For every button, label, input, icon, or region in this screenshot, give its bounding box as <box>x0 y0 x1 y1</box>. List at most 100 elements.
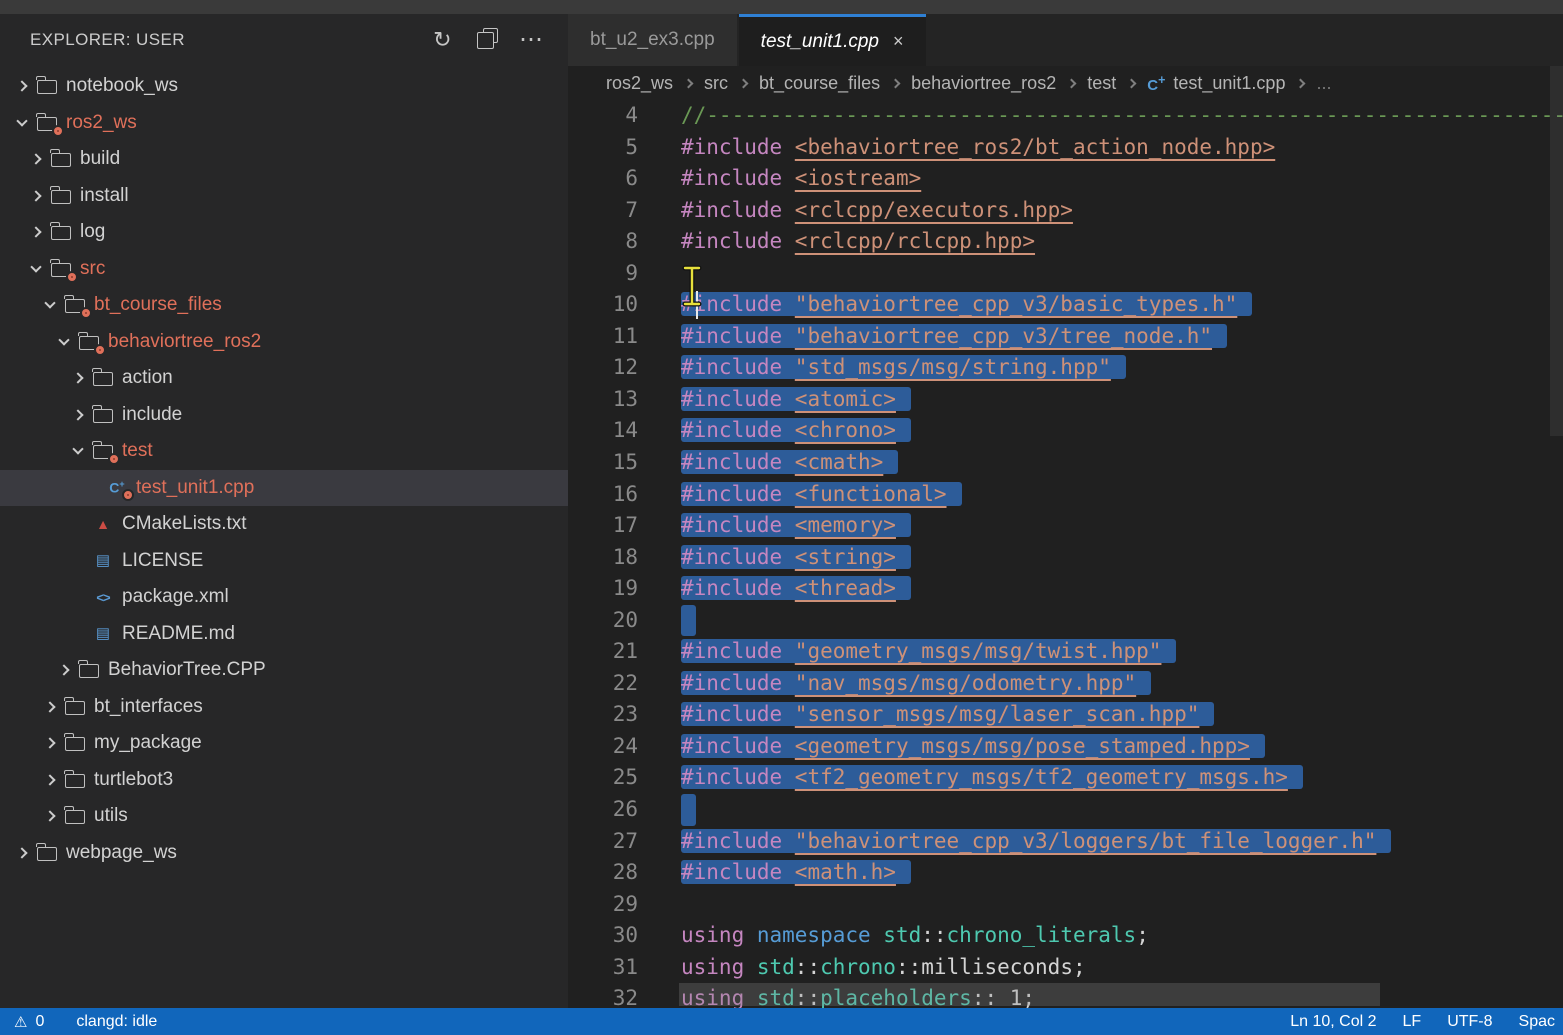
chevron-right-icon[interactable] <box>68 411 88 419</box>
problems-count[interactable]: 0 <box>35 1013 44 1031</box>
code-line-9[interactable]: 9 <box>568 258 1563 290</box>
tree-item-my_package[interactable]: my_package <box>0 725 568 762</box>
code-line-24[interactable]: 24#include <geometry_msgs/msg/pose_stamp… <box>568 731 1563 763</box>
line-number: 21 <box>568 636 638 668</box>
tree-item-turtlebot3[interactable]: turtlebot3 <box>0 762 568 799</box>
chevron-down-icon[interactable] <box>68 449 88 453</box>
breadcrumb-item[interactable]: test <box>1087 73 1116 94</box>
horizontal-scrollbar[interactable] <box>679 983 1380 1006</box>
chevron-down-icon[interactable] <box>54 340 74 344</box>
chevron-right-icon[interactable] <box>12 82 32 90</box>
tree-item-bt_interfaces[interactable]: bt_interfaces <box>0 689 568 726</box>
code-line-14[interactable]: 14#include <chrono> <box>568 415 1563 447</box>
line-number: 11 <box>568 321 638 353</box>
breadcrumb-item[interactable]: ros2_ws <box>606 73 673 94</box>
tree-item-test[interactable]: test <box>0 433 568 470</box>
code-line-13[interactable]: 13#include <atomic> <box>568 384 1563 416</box>
cursor-position[interactable]: Ln 10, Col 2 <box>1290 1013 1376 1031</box>
encoding[interactable]: UTF-8 <box>1447 1013 1492 1031</box>
breadcrumb-item[interactable]: test_unit1.cpp <box>1173 73 1285 94</box>
code-editor[interactable]: 4//-------------------------------------… <box>568 100 1563 1008</box>
code-line-15[interactable]: 15#include <cmath> <box>568 447 1563 479</box>
tree-item-test_unit1.cpp[interactable]: C+test_unit1.cpp <box>0 470 568 507</box>
code-line-12[interactable]: 12 #include "std_msgs/msg/string.hpp" <box>568 352 1563 384</box>
code-line-6[interactable]: 6#include <iostream> <box>568 163 1563 195</box>
tree-item-notebook_ws[interactable]: notebook_ws <box>0 68 568 105</box>
chevron-right-icon[interactable] <box>40 739 60 747</box>
xml-icon: <> <box>90 591 116 604</box>
close-tab-icon[interactable]: × <box>893 31 904 52</box>
chevron-down-icon[interactable] <box>26 267 46 271</box>
code-line-23[interactable]: 23#include "sensor_msgs/msg/laser_scan.h… <box>568 699 1563 731</box>
code-line-31[interactable]: 31using std::chrono::milliseconds; <box>568 952 1563 984</box>
breadcrumb-item[interactable]: ... <box>1316 73 1331 94</box>
code-line-25[interactable]: 25#include <tf2_geometry_msgs/tf2_geomet… <box>568 762 1563 794</box>
code-line-22[interactable]: 22#include "nav_msgs/msg/odometry.hpp" <box>568 668 1563 700</box>
code-line-10[interactable]: 10#include "behaviortree_cpp_v3/basic_ty… <box>568 289 1563 321</box>
code-line-26[interactable]: 26 <box>568 794 1563 826</box>
chevron-down-icon[interactable] <box>12 121 32 125</box>
tree-item-label: bt_interfaces <box>94 696 203 718</box>
code-line-17[interactable]: 17#include <memory> <box>568 510 1563 542</box>
tree-item-LICENSE[interactable]: ▤LICENSE <box>0 543 568 580</box>
tree-item-ros2_ws[interactable]: ros2_ws <box>0 105 568 142</box>
chevron-right-icon[interactable] <box>26 192 46 200</box>
chevron-right-icon[interactable] <box>54 666 74 674</box>
chevron-down-icon[interactable] <box>40 303 60 307</box>
breadcrumb-item[interactable]: behaviortree_ros2 <box>911 73 1056 94</box>
eol-sequence[interactable]: LF <box>1403 1013 1422 1031</box>
code-line-29[interactable]: 29 <box>568 889 1563 921</box>
tree-item-log[interactable]: log <box>0 214 568 251</box>
refresh-explorer-icon[interactable]: ↻ <box>433 29 452 51</box>
folder-icon <box>48 151 74 167</box>
code-line-4[interactable]: 4//-------------------------------------… <box>568 100 1563 132</box>
tree-item-install[interactable]: install <box>0 178 568 215</box>
tree-item-src[interactable]: src <box>0 251 568 288</box>
tree-item-utils[interactable]: utils <box>0 798 568 835</box>
warning-icon[interactable]: ⚠ <box>14 1013 27 1031</box>
code-line-30[interactable]: 30using namespace std::chrono_literals; <box>568 920 1563 952</box>
code-line-7[interactable]: 7#include <rclcpp/executors.hpp> <box>568 195 1563 227</box>
tree-item-label: notebook_ws <box>66 75 178 97</box>
chevron-right-icon[interactable] <box>40 703 60 711</box>
chevron-right-icon[interactable] <box>68 374 88 382</box>
tree-item-CMakeLists.txt[interactable]: ▲CMakeLists.txt <box>0 506 568 543</box>
folder-icon <box>76 662 102 678</box>
code-line-27[interactable]: 27#include "behaviortree_cpp_v3/loggers/… <box>568 826 1563 858</box>
code-line-20[interactable]: 20 <box>568 605 1563 637</box>
breadcrumb-separator-icon <box>1067 78 1077 88</box>
tree-item-BehaviorTree.CPP[interactable]: BehaviorTree.CPP <box>0 652 568 689</box>
code-line-18[interactable]: 18#include <string> <box>568 542 1563 574</box>
breadcrumb-item[interactable]: bt_course_files <box>759 73 880 94</box>
vertical-scrollbar[interactable] <box>1550 66 1563 436</box>
collapse-folders-icon[interactable] <box>478 33 493 48</box>
tree-item-README.md[interactable]: ▤README.md <box>0 616 568 653</box>
code-line-5[interactable]: 5#include <behaviortree_ros2/bt_action_n… <box>568 132 1563 164</box>
tree-item-action[interactable]: action <box>0 360 568 397</box>
ibeam-mouse-cursor <box>681 264 703 308</box>
chevron-right-icon[interactable] <box>40 776 60 784</box>
code-line-28[interactable]: 28#include <math.h> <box>568 857 1563 889</box>
clangd-status[interactable]: clangd: idle <box>76 1013 157 1031</box>
tree-item-behaviortree_ros2[interactable]: behaviortree_ros2 <box>0 324 568 361</box>
code-line-19[interactable]: 19#include <thread> <box>568 573 1563 605</box>
breadcrumb-item[interactable]: src <box>704 73 728 94</box>
code-line-16[interactable]: 16#include <functional> <box>568 479 1563 511</box>
code-line-21[interactable]: 21#include "geometry_msgs/msg/twist.hpp" <box>568 636 1563 668</box>
chevron-right-icon[interactable] <box>26 155 46 163</box>
code-line-8[interactable]: 8#include <rclcpp/rclcpp.hpp> <box>568 226 1563 258</box>
tree-item-webpage_ws[interactable]: webpage_ws <box>0 835 568 872</box>
tree-item-package.xml[interactable]: <>package.xml <box>0 579 568 616</box>
line-number: 12 <box>568 352 638 384</box>
tab-bt_u2_ex3.cpp[interactable]: bt_u2_ex3.cpp <box>568 14 737 66</box>
indentation[interactable]: Spac <box>1519 1013 1555 1031</box>
chevron-right-icon[interactable] <box>12 849 32 857</box>
tab-test_unit1.cpp[interactable]: test_unit1.cpp× <box>739 14 926 66</box>
code-line-11[interactable]: 11#include "behaviortree_cpp_v3/tree_nod… <box>568 321 1563 353</box>
chevron-right-icon[interactable] <box>40 812 60 820</box>
selection-highlight: #include "std_msgs/msg/string.hpp" <box>681 355 1126 379</box>
tree-item-build[interactable]: build <box>0 141 568 178</box>
tree-item-include[interactable]: include <box>0 397 568 434</box>
tree-item-bt_course_files[interactable]: bt_course_files <box>0 287 568 324</box>
chevron-right-icon[interactable] <box>26 228 46 236</box>
